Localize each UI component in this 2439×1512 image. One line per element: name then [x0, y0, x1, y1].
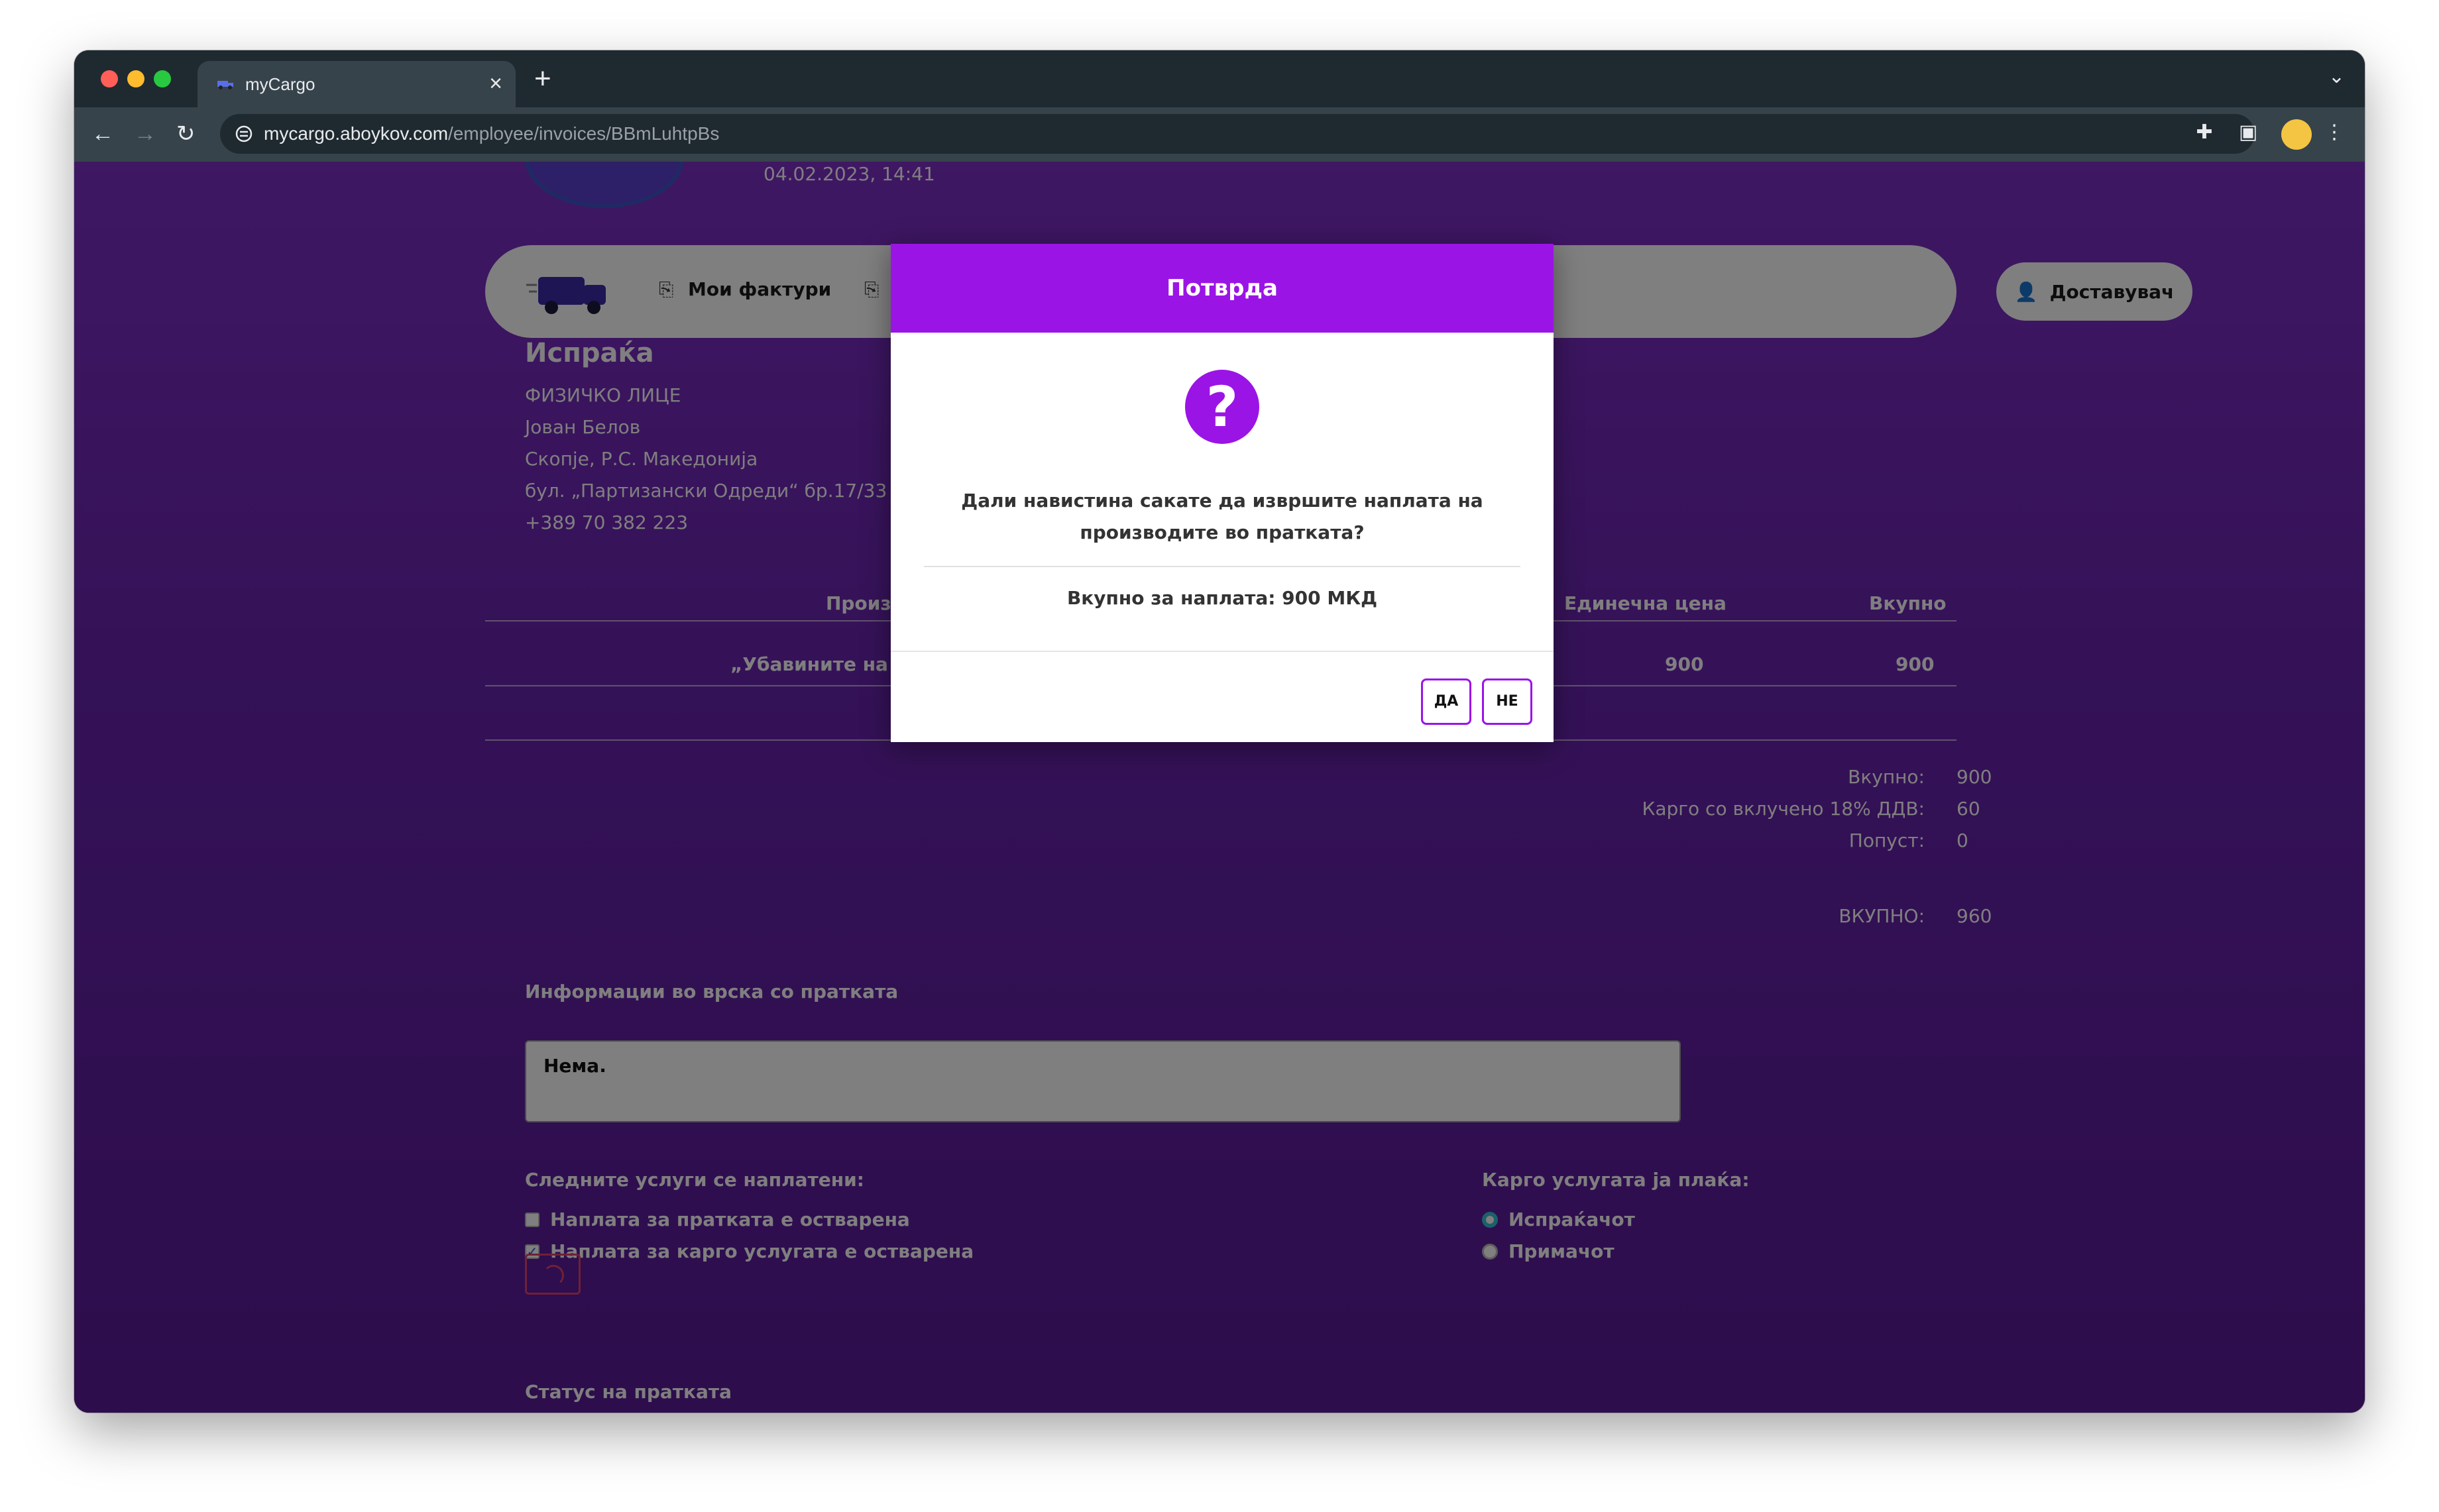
question-icon: ?	[1185, 370, 1259, 444]
browser-tab[interactable]: myCargo ×	[198, 61, 516, 107]
forward-arrow-icon[interactable]: →	[134, 119, 156, 148]
site-info-icon[interactable]	[235, 125, 253, 143]
browser-toolbar: ← → ↻ mycargo.aboykov.com/employee/invoi…	[74, 107, 2365, 162]
yes-button[interactable]: ДА	[1421, 678, 1471, 725]
confirmation-dialog: Потврда ? Дали навистина сакате да изврш…	[891, 244, 1554, 742]
tab-title: myCargo	[245, 74, 315, 94]
browser-window: myCargo × + ⌄ ← → ↻ mycargo.aboykov.com/…	[74, 50, 2365, 1413]
url-host: mycargo.aboykov.com	[264, 123, 449, 144]
tab-bar: myCargo × + ⌄	[74, 50, 2365, 107]
dialog-divider	[924, 566, 1520, 567]
dialog-footer-divider	[891, 651, 1554, 652]
tab-search-chevron-icon[interactable]: ⌄	[2328, 65, 2345, 88]
reload-icon[interactable]: ↻	[176, 119, 196, 148]
more-menu-icon[interactable]: ⋮	[2322, 121, 2346, 144]
url-text: mycargo.aboykov.com/employee/invoices/BB…	[264, 123, 719, 144]
page-content: 04.02.2023, 14:41 ⎘Мои фактури ⎘ 👤Достав…	[74, 162, 2365, 1413]
close-tab-icon[interactable]: ×	[489, 70, 502, 97]
dialog-question: Дали навистина сакате да извршите наплат…	[961, 490, 1483, 543]
profile-avatar[interactable]	[2281, 119, 2312, 150]
close-window-button[interactable]	[101, 70, 118, 87]
dialog-total: Вкупно за наплата: 900 МКД	[1066, 587, 1378, 609]
back-arrow-icon[interactable]: ←	[91, 119, 114, 148]
extensions-puzzle-icon[interactable]: ✚	[2192, 121, 2216, 144]
url-path: /employee/invoices/BBmLuhtpBs	[448, 123, 720, 144]
dialog-title: Потврда	[891, 244, 1554, 333]
minimize-window-button[interactable]	[127, 70, 144, 87]
address-bar[interactable]: mycargo.aboykov.com/employee/invoices/BB…	[220, 114, 2255, 154]
new-tab-button[interactable]: +	[534, 62, 551, 95]
side-panel-icon[interactable]: ▣	[2236, 121, 2260, 144]
maximize-window-button[interactable]	[154, 70, 171, 87]
no-button[interactable]: НЕ	[1482, 678, 1532, 725]
truck-favicon-icon	[217, 81, 233, 89]
